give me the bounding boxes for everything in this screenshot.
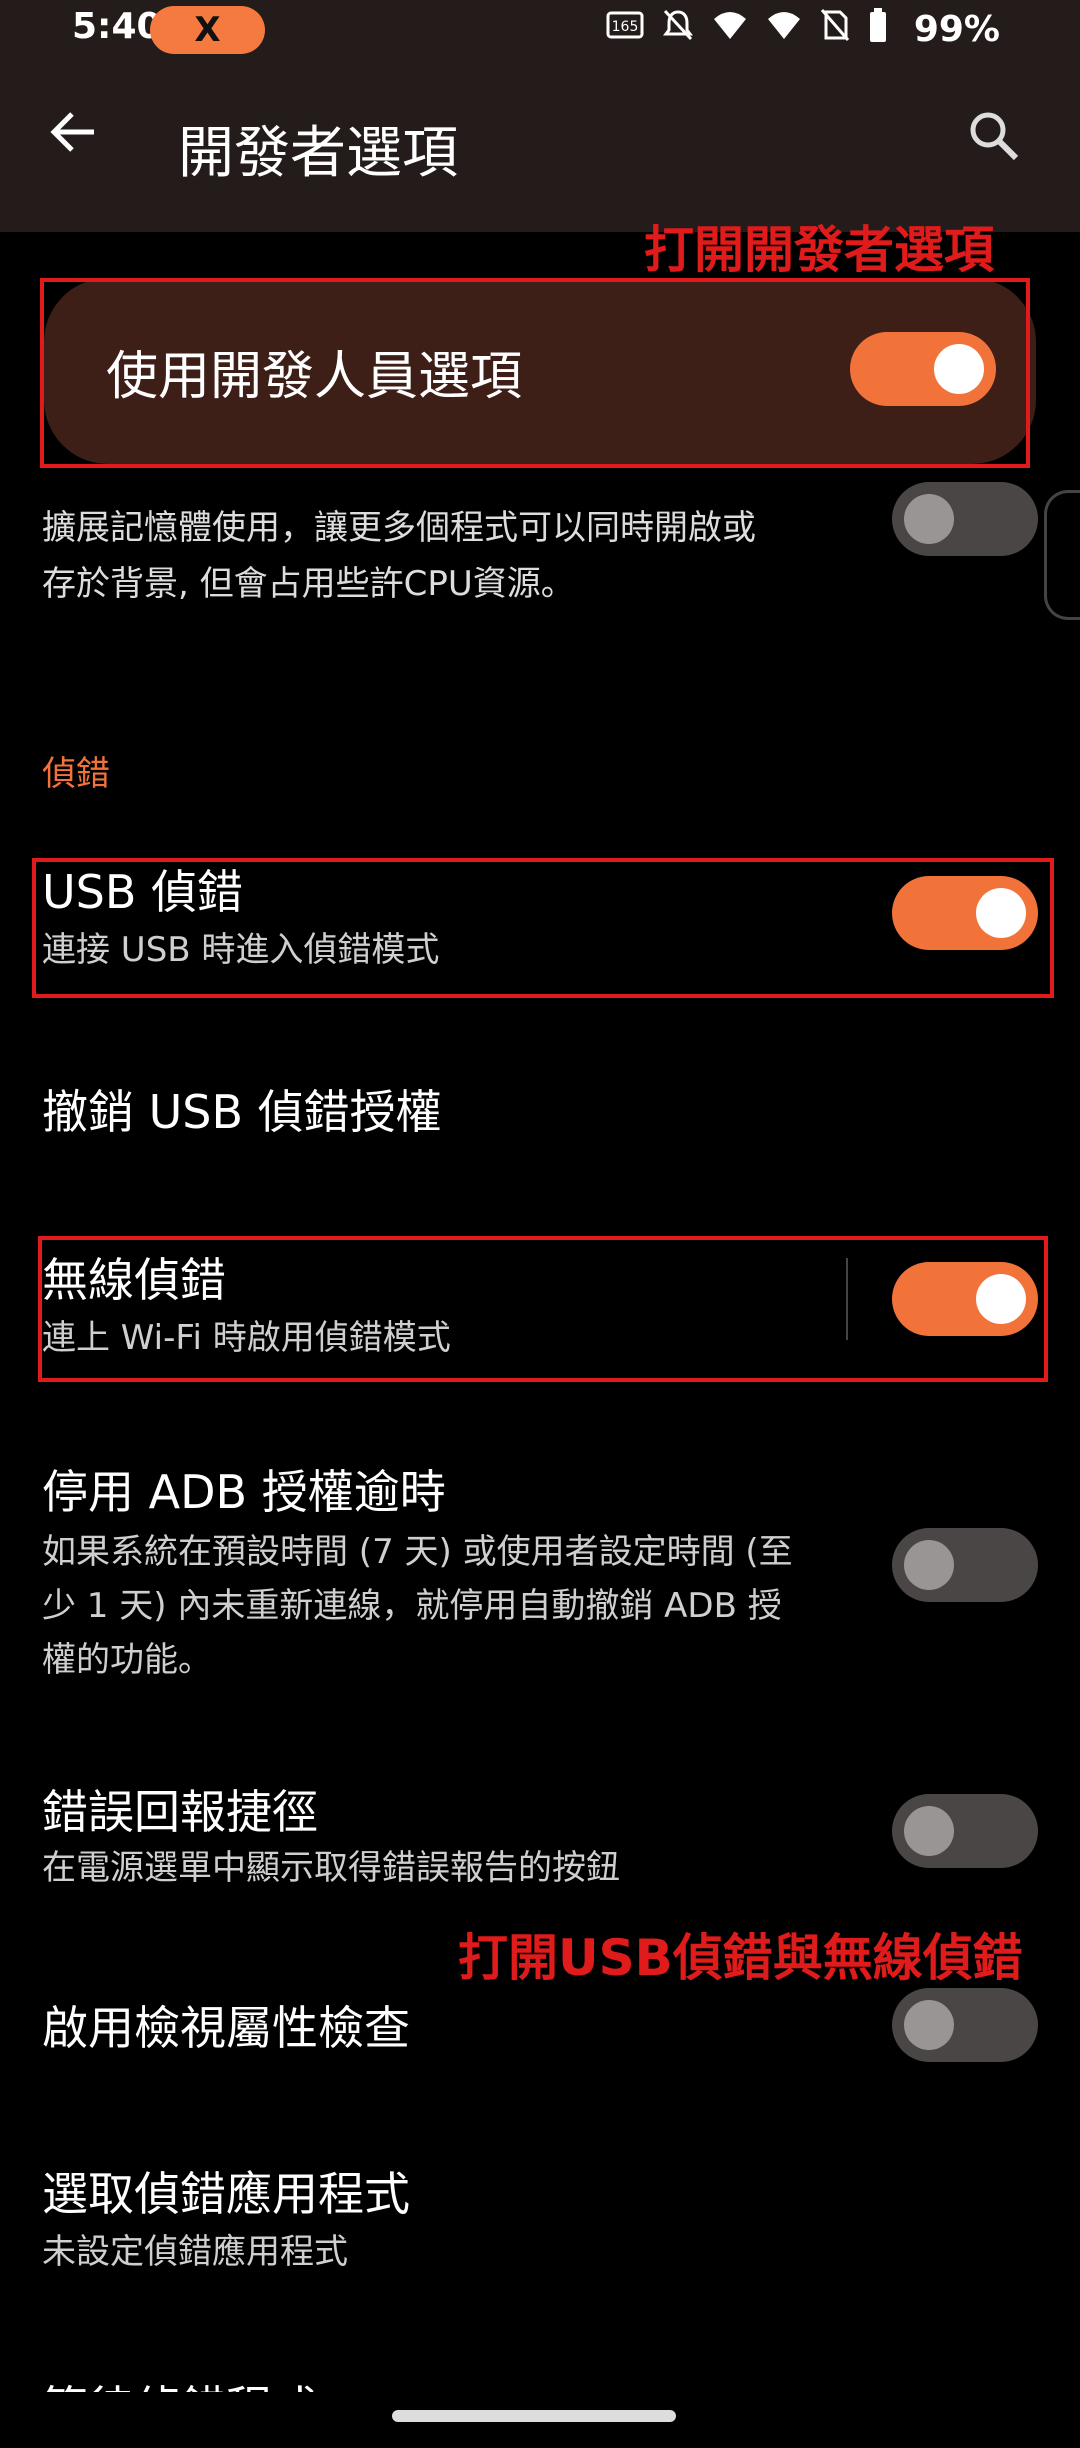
toggle-knob [904, 1806, 954, 1856]
refresh-rate-icon: 165 [606, 10, 644, 48]
adb-timeout-title: 停用 ADB 授權逾時 [42, 1465, 446, 1519]
home-gesture-bar[interactable] [392, 2410, 676, 2422]
battery-level: 99% [913, 8, 1000, 50]
memory-description-line2: 存於背景, 但會占用些許CPU資源。 [42, 564, 575, 604]
status-bar: 5:40 X 165 99% [0, 0, 1080, 64]
notification-badge[interactable]: X [150, 6, 265, 54]
section-title-debugging: 偵錯 [42, 754, 110, 794]
toggle-knob [904, 2000, 954, 2050]
page-title: 開發者選項 [178, 121, 458, 186]
wifi-6-icon [712, 9, 748, 49]
arrow-left-icon [50, 112, 94, 152]
toggle-knob [904, 494, 954, 544]
bell-off-icon [662, 8, 694, 50]
annotation-enable-usb-wireless: 打開USB偵錯與無線偵錯 [458, 1929, 1023, 1987]
status-time: 5:40 [72, 6, 162, 47]
memory-description-line1: 擴展記憶體使用，讓更多個程式可以同時開啟或 [42, 508, 756, 548]
bug-report-subtitle: 在電源選單中顯示取得錯誤報告的按鈕 [42, 1848, 620, 1888]
adb-timeout-desc-line3: 權的功能。 [42, 1640, 212, 1680]
adb-timeout-toggle[interactable] [892, 1528, 1038, 1602]
no-sim-icon [820, 8, 850, 50]
search-icon [970, 112, 1019, 161]
annotation-enable-dev-options: 打開開發者選項 [644, 221, 994, 279]
annotation-box-wireless [38, 1236, 1048, 1382]
toggle-knob [904, 1540, 954, 1590]
status-icons: 165 99% [606, 8, 1000, 50]
adb-timeout-desc-line1: 如果系統在預設時間 (7 天) 或使用者設定時間 (至 [42, 1532, 793, 1572]
adb-timeout-desc-line2: 少 1 天) 內未重新連線，就停用自動撤銷 ADB 授 [42, 1586, 782, 1626]
view-attribute-title: 啟用檢視屬性檢查 [42, 2001, 410, 2055]
battery-icon [868, 8, 888, 50]
svg-text:165: 165 [611, 19, 638, 35]
revoke-usb-authorization-item[interactable]: 撤銷 USB 偵錯授權 [42, 1076, 442, 1142]
annotation-box-usb [32, 858, 1054, 998]
view-attribute-toggle[interactable] [892, 1988, 1038, 2062]
search-button[interactable] [964, 106, 1024, 166]
memory-toggle[interactable] [892, 482, 1038, 556]
select-debug-app-title: 選取偵錯應用程式 [42, 2167, 410, 2221]
bug-report-title: 錯誤回報捷徑 [42, 1785, 318, 1839]
wait-debugger-item[interactable]: 等待偵錯程式 [42, 2372, 318, 2392]
bug-report-toggle[interactable] [892, 1794, 1038, 1868]
back-button[interactable] [46, 104, 102, 160]
app-bar: 開發者選項 [0, 64, 1080, 232]
side-panel-handle[interactable] [1044, 490, 1080, 620]
wifi-6-icon [766, 9, 802, 49]
select-debug-app-subtitle: 未設定偵錯應用程式 [42, 2232, 348, 2272]
annotation-box-master [40, 278, 1030, 468]
